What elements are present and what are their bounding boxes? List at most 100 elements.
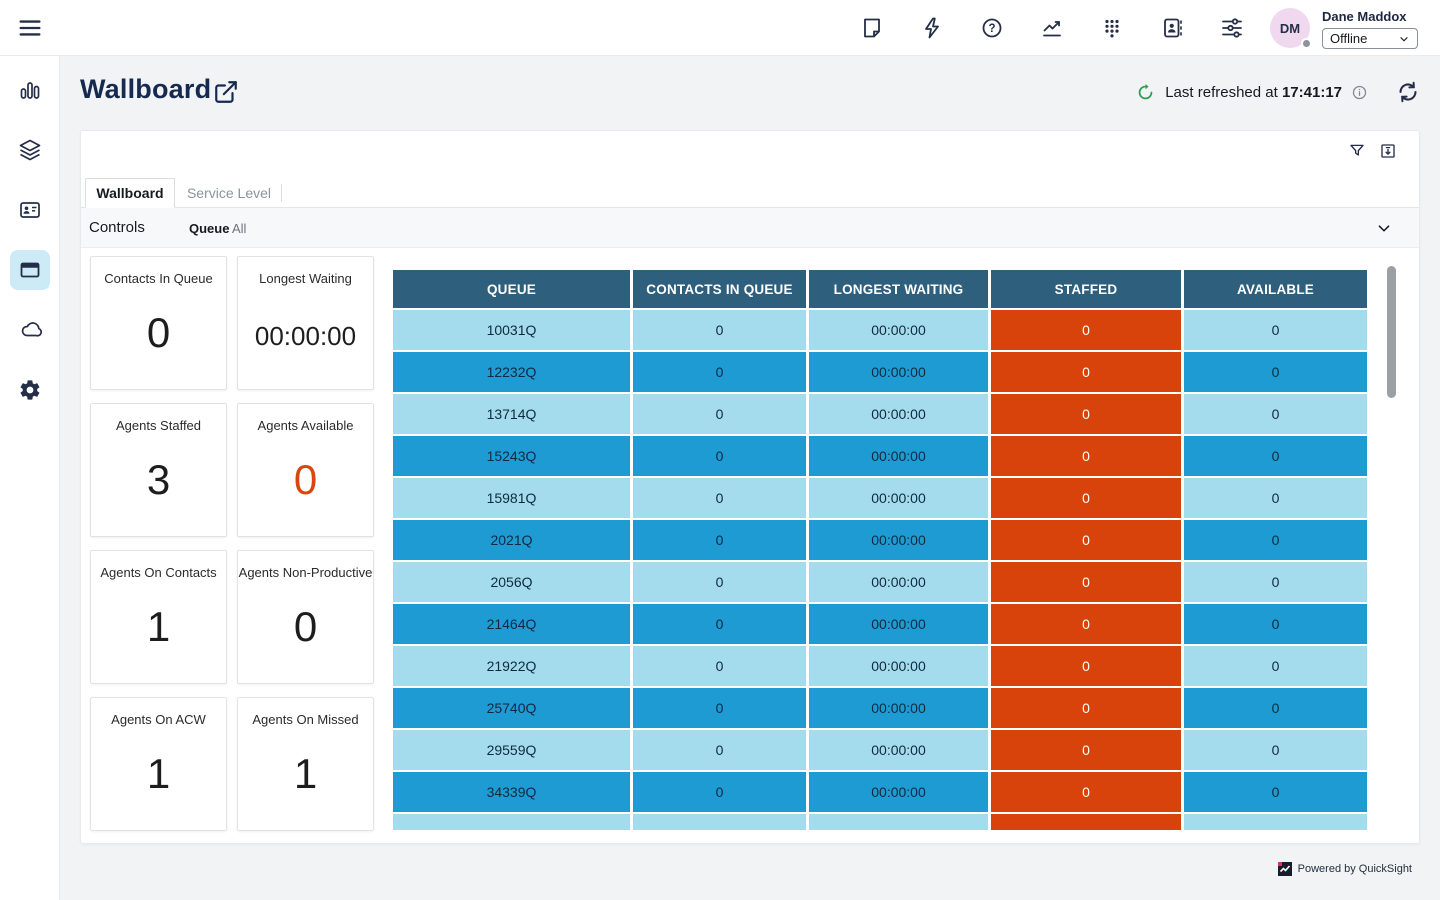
cell-staffed: 0 [991, 478, 1181, 518]
cell-waiting: 00:00:00 [809, 604, 988, 644]
cell-contacts [633, 814, 806, 830]
agent-status-select[interactable]: Offline [1322, 28, 1418, 49]
last-refreshed-time: 17:41:17 [1282, 84, 1342, 101]
sidebar-item-metrics[interactable] [10, 71, 50, 111]
cell-contacts: 0 [633, 394, 806, 434]
table-row: 15243Q 0 00:00:00 0 0 [393, 436, 1367, 476]
table-row: 29559Q 0 00:00:00 0 0 [393, 730, 1367, 770]
controls-bar[interactable]: Controls Queue All [81, 208, 1419, 248]
cell-queue: 25740Q [393, 688, 630, 728]
cell-staffed [991, 814, 1181, 830]
kpi-agents-on-contacts: Agents On Contacts 1 [90, 550, 227, 684]
settings-sliders-icon[interactable] [1202, 0, 1262, 56]
sidebar-item-contacts[interactable] [10, 190, 50, 230]
cell-queue: 2021Q [393, 520, 630, 560]
analytics-icon[interactable] [1022, 0, 1082, 56]
sidebar-item-layers[interactable] [10, 130, 50, 170]
table-row: 34339Q 0 00:00:00 0 0 [393, 772, 1367, 812]
kpi-value: 1 [238, 750, 373, 798]
cell-available: 0 [1184, 688, 1367, 728]
export-icon[interactable] [1379, 142, 1397, 160]
user-avatar[interactable]: DM [1270, 8, 1310, 48]
cell-waiting: 00:00:00 [809, 310, 988, 350]
directory-icon[interactable] [1142, 0, 1202, 56]
kpi-value: 0 [91, 309, 226, 357]
cell-staffed: 0 [991, 520, 1181, 560]
kpi-contacts-in-queue: Contacts In Queue 0 [90, 256, 227, 390]
dashboard-card: Wallboard Service Level Controls Queue A… [80, 130, 1420, 844]
cell-contacts: 0 [633, 604, 806, 644]
table-row: 25740Q 0 00:00:00 0 0 [393, 688, 1367, 728]
refresh-icon[interactable] [1396, 80, 1420, 104]
dashboard-toolbar [1348, 142, 1397, 160]
kpi-agents-on-missed: Agents On Missed 1 [237, 697, 374, 831]
cell-queue: 21922Q [393, 646, 630, 686]
col-header-contacts-in-queue[interactable]: CONTACTS IN QUEUE [633, 270, 806, 308]
kpi-label: Agents Staffed [91, 418, 226, 433]
sidebar-item-settings[interactable] [10, 370, 50, 410]
table-row: 10031Q 0 00:00:00 0 0 [393, 310, 1367, 350]
cell-queue [393, 814, 630, 830]
tab-service-level[interactable]: Service Level [177, 178, 281, 208]
controls-collapse-icon[interactable] [1373, 217, 1395, 239]
cell-staffed: 0 [991, 730, 1181, 770]
cell-contacts: 0 [633, 646, 806, 686]
cell-queue: 21464Q [393, 604, 630, 644]
cell-waiting: 00:00:00 [809, 562, 988, 602]
kpi-label: Agents On Missed [238, 712, 373, 727]
svg-text:?: ? [988, 23, 995, 35]
cell-queue: 10031Q [393, 310, 630, 350]
cell-contacts: 0 [633, 730, 806, 770]
kpi-value: 1 [91, 603, 226, 651]
cell-contacts: 0 [633, 520, 806, 560]
filter-icon[interactable] [1348, 142, 1366, 160]
help-icon[interactable]: ? [962, 0, 1022, 56]
cell-staffed: 0 [991, 436, 1181, 476]
sidebar-item-wallboard-active[interactable] [10, 250, 50, 290]
cell-waiting: 00:00:00 [809, 520, 988, 560]
queue-control-value[interactable]: All [232, 221, 246, 236]
kpi-grid: Contacts In Queue 0 Longest Waiting 00:0… [90, 256, 374, 831]
table-scrollbar-thumb[interactable] [1387, 266, 1396, 398]
tab-divider [281, 184, 282, 202]
quick-actions-icon[interactable] [902, 0, 962, 56]
kpi-value: 1 [91, 750, 226, 798]
cell-waiting: 00:00:00 [809, 478, 988, 518]
user-block: Dane Maddox Offline [1322, 7, 1418, 49]
tab-wallboard[interactable]: Wallboard [85, 178, 175, 208]
kpi-agents-non-productive: Agents Non-Productive 0 [237, 550, 374, 684]
powered-by-quicksight: Powered by QuickSight [1278, 862, 1412, 876]
open-external-icon[interactable] [213, 79, 239, 105]
dialpad-icon[interactable] [1082, 0, 1142, 56]
cell-available: 0 [1184, 520, 1367, 560]
kpi-value: 3 [91, 456, 226, 504]
cell-waiting: 00:00:00 [809, 352, 988, 392]
auto-refresh-icon [1136, 83, 1155, 102]
cell-contacts: 0 [633, 310, 806, 350]
kpi-agents-available: Agents Available 0 [237, 403, 374, 537]
cell-available: 0 [1184, 604, 1367, 644]
cell-available: 0 [1184, 478, 1367, 518]
table-row-partial [393, 814, 1367, 830]
notes-icon[interactable] [842, 0, 902, 56]
cell-staffed: 0 [991, 772, 1181, 812]
table-row: 12232Q 0 00:00:00 0 0 [393, 352, 1367, 392]
last-refreshed-label: Last refreshed at 17:41:17 [1165, 84, 1342, 101]
cell-staffed: 0 [991, 604, 1181, 644]
cell-queue: 12232Q [393, 352, 630, 392]
cell-available: 0 [1184, 352, 1367, 392]
cell-available: 0 [1184, 772, 1367, 812]
table-header-row: QUEUE CONTACTS IN QUEUE LONGEST WAITING … [393, 270, 1367, 308]
col-header-staffed[interactable]: STAFFED [991, 270, 1181, 308]
col-header-longest-waiting[interactable]: LONGEST WAITING [809, 270, 988, 308]
col-header-queue[interactable]: QUEUE [393, 270, 630, 308]
cell-waiting: 00:00:00 [809, 688, 988, 728]
sidebar-item-cloud[interactable] [10, 310, 50, 350]
kpi-label: Agents Non-Productive [238, 565, 373, 580]
cell-available: 0 [1184, 562, 1367, 602]
info-icon[interactable] [1351, 84, 1368, 101]
cell-waiting: 00:00:00 [809, 772, 988, 812]
controls-title: Controls [89, 219, 145, 236]
col-header-available[interactable]: AVAILABLE [1184, 270, 1367, 308]
menu-icon[interactable] [16, 14, 44, 42]
